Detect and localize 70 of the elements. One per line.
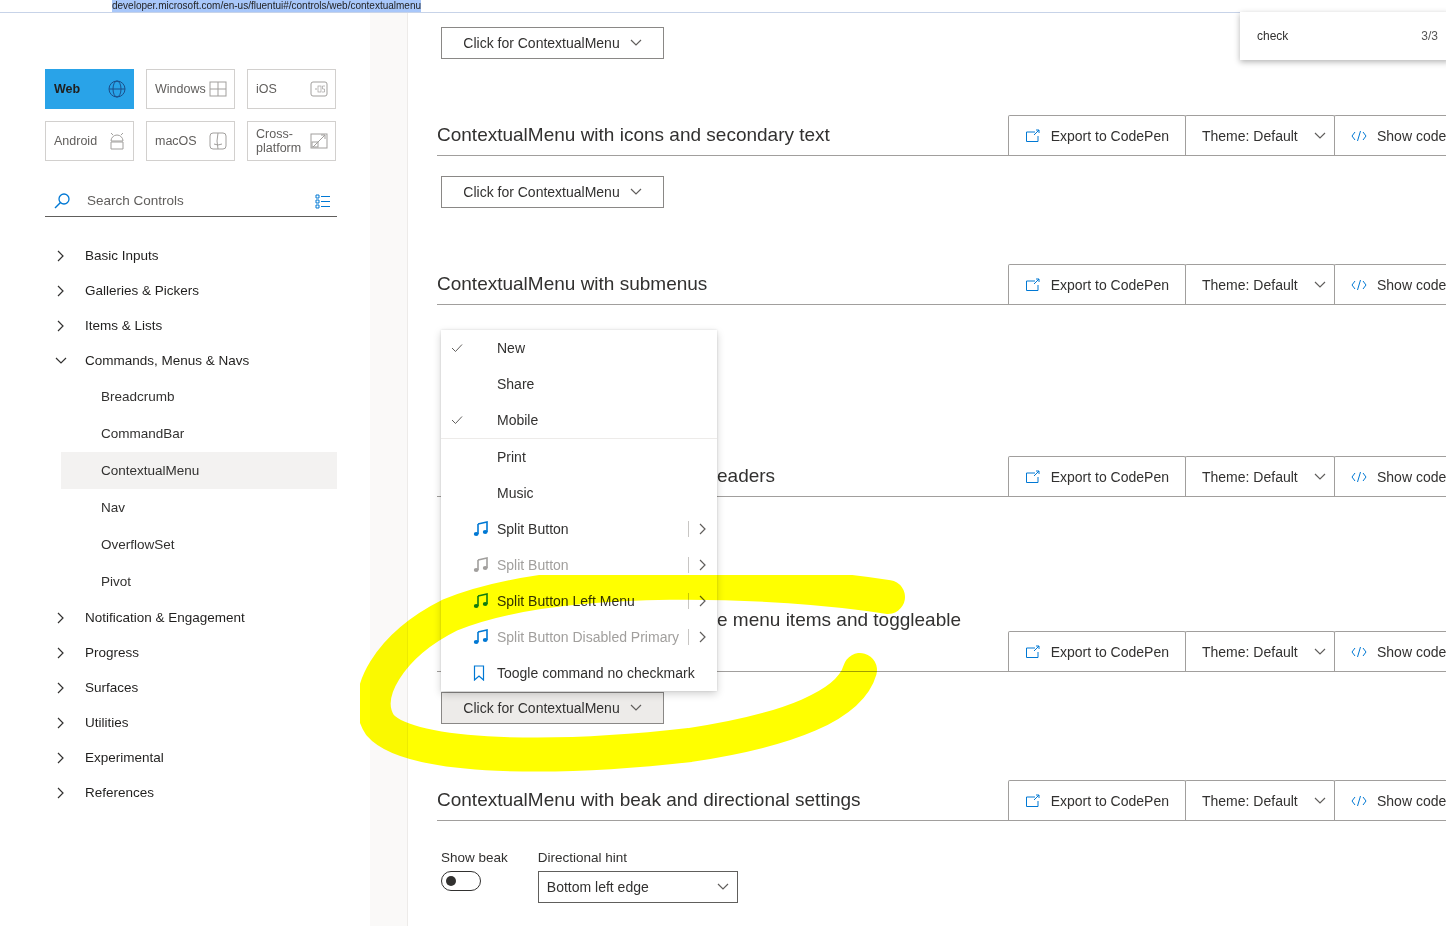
nav-group[interactable]: Galleries & Pickers xyxy=(45,273,337,308)
nav-item[interactable]: Breadcrumb xyxy=(61,378,337,415)
code-icon xyxy=(1351,794,1367,807)
code-icon xyxy=(1351,278,1367,291)
checkmark-icon xyxy=(451,415,463,425)
nav-group[interactable]: Basic Inputs xyxy=(45,238,337,273)
finder-icon xyxy=(208,131,228,151)
match-count: 3/3 xyxy=(1421,29,1438,43)
nav-group[interactable]: Surfaces xyxy=(45,670,337,705)
menu-item[interactable]: Share xyxy=(441,366,717,402)
directional-hint-dropdown[interactable]: Bottom left edge xyxy=(537,871,738,903)
search-icon xyxy=(53,191,71,210)
nav-group[interactable]: Utilities xyxy=(45,705,337,740)
nav-group[interactable]: References xyxy=(45,775,337,810)
section-title: ContextualMenu with submenus xyxy=(437,273,708,295)
globe-icon xyxy=(107,79,127,99)
android-icon xyxy=(107,131,127,151)
code-icon xyxy=(1351,129,1367,142)
bookmark-icon xyxy=(473,665,485,681)
section-title: e menu items and toggleable xyxy=(716,609,962,631)
filter-list-icon xyxy=(315,192,331,209)
menu-item[interactable]: Split Button xyxy=(441,511,717,547)
export-button[interactable]: Export to CodePen xyxy=(1007,631,1186,671)
section-title: eaders xyxy=(716,465,776,487)
export-button[interactable]: Export to CodePen xyxy=(1007,780,1186,820)
platform-tab[interactable]: Web xyxy=(45,69,134,109)
export-button[interactable]: Export to CodePen xyxy=(1007,264,1186,304)
menu-item[interactable]: Print xyxy=(441,439,717,475)
code-icon xyxy=(1351,470,1367,483)
export-icon xyxy=(1024,469,1041,484)
section-title: ContextualMenu with beak and directional settings xyxy=(437,789,861,811)
export-icon xyxy=(1024,793,1041,808)
export-icon xyxy=(1024,277,1041,292)
platform-tab[interactable]: macOS xyxy=(146,121,235,161)
nav-group[interactable]: Notification & Engagement xyxy=(45,600,337,635)
nav-group[interactable]: Progress xyxy=(45,635,337,670)
section-title: ContextualMenu with icons and secondary text xyxy=(437,124,830,146)
platform-tab[interactable]: Cross-platform xyxy=(247,121,336,161)
dropdown-button[interactable]: Click for ContextualMenu xyxy=(441,176,664,208)
menu-item[interactable]: Music xyxy=(441,475,717,511)
dropdown-button[interactable]: Click for ContextualMenu xyxy=(441,27,664,59)
export-icon xyxy=(1024,644,1041,659)
nav-group[interactable]: Items & Lists xyxy=(45,308,337,343)
nav-item[interactable]: CommandBar xyxy=(61,415,337,452)
address-bar-url[interactable]: developer.microsoft.com/en-us/fluentui#/controls/web/contextualmenu xyxy=(112,0,422,12)
platform-tab[interactable]: Android xyxy=(45,121,134,161)
nav-group[interactable]: Experimental xyxy=(45,740,337,775)
cross-platform-icon xyxy=(309,131,329,151)
platform-tab[interactable]: iOS xyxy=(247,69,336,109)
nav-item[interactable]: Nav xyxy=(61,489,337,526)
nav-group[interactable]: Commands, Menus & Navs xyxy=(45,343,337,378)
nav-item[interactable]: Pivot xyxy=(61,563,337,600)
nav-item[interactable]: OverflowSet xyxy=(61,526,337,563)
field-label: Show beak xyxy=(441,850,508,865)
menu-item[interactable]: Toogle command no checkmark xyxy=(441,655,717,691)
search-field[interactable]: Search Controls xyxy=(85,192,301,209)
checkmark-icon xyxy=(451,343,463,353)
menu-item[interactable]: Mobile xyxy=(441,402,717,438)
ios-icon xyxy=(309,79,329,99)
export-button[interactable]: Export to CodePen xyxy=(1007,456,1186,496)
field-label: Directional hint xyxy=(537,850,629,865)
platform-tab[interactable]: Windows xyxy=(146,69,235,109)
export-button[interactable]: Export to CodePen xyxy=(1007,115,1186,155)
menu-item[interactable]: New xyxy=(441,330,717,366)
code-icon xyxy=(1351,645,1367,658)
export-icon xyxy=(1024,128,1041,143)
nav-item[interactable]: ContextualMenu xyxy=(61,452,337,489)
find-query[interactable]: check xyxy=(1257,29,1289,43)
windows-icon xyxy=(208,79,228,99)
dropdown-button[interactable]: Click for ContextualMenu xyxy=(441,692,664,724)
